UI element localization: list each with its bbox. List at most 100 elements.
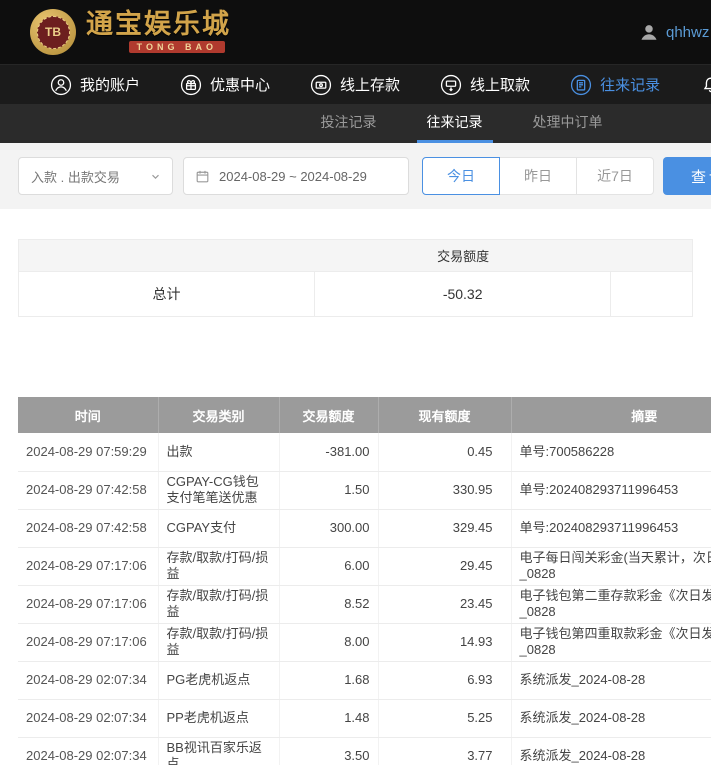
cell-amount: 6.00	[279, 547, 378, 585]
nav-label: 线上存款	[340, 74, 400, 95]
cell-amount: -381.00	[279, 433, 378, 471]
cell-amount: 300.00	[279, 509, 378, 547]
cell-balance: 14.93	[378, 623, 511, 661]
cell-balance: 330.95	[378, 471, 511, 509]
cell-time: 2024-08-29 07:42:58	[18, 471, 158, 509]
nav-label: 我的账户	[80, 74, 140, 95]
username: qhhwz	[666, 24, 709, 41]
summary-header-empty	[19, 240, 315, 271]
cell-time: 2024-08-29 02:07:34	[18, 661, 158, 699]
cell-type: CGPAY-CG钱包支付笔笔送优惠	[158, 471, 279, 509]
cell-time: 2024-08-29 02:07:34	[18, 737, 158, 765]
cell-amount: 1.68	[279, 661, 378, 699]
table-row: 2024-08-29 07:59:29出款-381.000.45单号:70058…	[18, 433, 711, 471]
quick-range-button[interactable]: 今日	[422, 157, 500, 195]
quick-range-button[interactable]: 近7日	[576, 157, 654, 195]
nav-item[interactable]: 线上存款	[290, 65, 420, 104]
logo-text: 通宝娱乐城 TONG BAO	[86, 11, 231, 53]
cell-amount: 1.50	[279, 471, 378, 509]
deposit-icon	[310, 74, 332, 96]
cell-time: 2024-08-29 07:59:29	[18, 433, 158, 471]
cell-time: 2024-08-29 07:17:06	[18, 623, 158, 661]
column-header: 摘要	[511, 397, 711, 433]
topbar: TB 通宝娱乐城 TONG BAO qhhwz	[0, 0, 711, 64]
summary-header-empty	[611, 240, 692, 271]
user-icon	[638, 21, 660, 43]
calendar-icon	[194, 168, 211, 185]
cell-amount: 3.50	[279, 737, 378, 765]
cell-balance: 5.25	[378, 699, 511, 737]
cell-time: 2024-08-29 07:42:58	[18, 509, 158, 547]
cell-time: 2024-08-29 02:07:34	[18, 699, 158, 737]
cell-amount: 1.48	[279, 699, 378, 737]
nav-item[interactable]: 公告	[680, 65, 711, 104]
date-range-picker[interactable]: 2024-08-29 ~ 2024-08-29	[183, 157, 409, 195]
nav-item[interactable]: 优惠中心	[160, 65, 290, 104]
records-icon	[570, 74, 592, 96]
subtab[interactable]: 处理中订单	[523, 104, 613, 143]
table-row: 2024-08-29 07:17:06存款/取款/打码/损益8.5223.45电…	[18, 585, 711, 623]
cell-summary: 电子每日闯关彩金(当天累计，次日派发) _0828	[511, 547, 711, 585]
column-header: 交易类别	[158, 397, 279, 433]
search-button[interactable]: 查询	[663, 157, 711, 195]
subtab[interactable]: 投注记录	[311, 104, 387, 143]
nav-label: 优惠中心	[210, 74, 270, 95]
site-logo[interactable]: TB 通宝娱乐城 TONG BAO	[30, 9, 231, 55]
subtab-bar: 投注记录往来记录处理中订单	[0, 104, 711, 143]
cell-summary: 系统派发_2024-08-28	[511, 661, 711, 699]
records-table-head: 时间交易类别交易额度现有额度摘要	[18, 397, 711, 433]
cell-type: 出款	[158, 433, 279, 471]
bell-icon	[700, 74, 711, 96]
records-table: 时间交易类别交易额度现有额度摘要 2024-08-29 07:59:29出款-3…	[18, 397, 711, 765]
nav-item[interactable]: 我的账户	[30, 65, 160, 104]
cell-balance: 29.45	[378, 547, 511, 585]
subtab[interactable]: 往来记录	[417, 104, 493, 143]
nav-item[interactable]: 线上取款	[420, 65, 550, 104]
table-row: 2024-08-29 07:42:58CGPAY-CG钱包支付笔笔送优惠1.50…	[18, 471, 711, 509]
cell-type: PG老虎机返点	[158, 661, 279, 699]
table-row: 2024-08-29 07:42:58CGPAY支付300.00329.45单号…	[18, 509, 711, 547]
cell-summary: 单号:700586228	[511, 433, 711, 471]
summary-total-label: 总计	[19, 272, 315, 316]
cell-amount: 8.52	[279, 585, 378, 623]
nav-label: 线上取款	[470, 74, 530, 95]
records-table-body: 2024-08-29 07:59:29出款-381.000.45单号:70058…	[18, 433, 711, 765]
cell-balance: 23.45	[378, 585, 511, 623]
cell-time: 2024-08-29 07:17:06	[18, 585, 158, 623]
summary-header-row: 交易额度	[19, 240, 692, 272]
cell-type: 存款/取款/打码/损益	[158, 623, 279, 661]
date-range-value: 2024-08-29 ~ 2024-08-29	[219, 169, 367, 184]
logo-coin-text: TB	[37, 16, 70, 49]
cell-balance: 6.93	[378, 661, 511, 699]
summary-header-label: 交易额度	[315, 240, 611, 271]
column-header: 交易额度	[279, 397, 378, 433]
summary-table: 交易额度 总计 -50.32	[18, 239, 693, 317]
summary-total-empty	[611, 272, 692, 316]
transaction-type-value: 入款 . 出款交易	[31, 167, 120, 186]
cell-summary: 系统派发_2024-08-28	[511, 737, 711, 765]
quick-range-group: 今日昨日近7日	[422, 157, 654, 195]
cell-amount: 8.00	[279, 623, 378, 661]
filter-bar: 入款 . 出款交易 2024-08-29 ~ 2024-08-29 今日昨日近7…	[0, 143, 711, 209]
user-account[interactable]: qhhwz	[638, 21, 709, 43]
cell-summary: 电子钱包第四重取款彩金《次日发放》 _0828	[511, 623, 711, 661]
cell-time: 2024-08-29 07:17:06	[18, 547, 158, 585]
quick-range-button[interactable]: 昨日	[499, 157, 577, 195]
cell-type: 存款/取款/打码/损益	[158, 547, 279, 585]
transaction-type-select[interactable]: 入款 . 出款交易	[18, 157, 173, 195]
summary-total-row: 总计 -50.32	[19, 272, 692, 316]
cell-type: BB视讯百家乐返点	[158, 737, 279, 765]
column-header: 时间	[18, 397, 158, 433]
withdraw-icon	[440, 74, 462, 96]
cell-type: 存款/取款/打码/损益	[158, 585, 279, 623]
nav-item[interactable]: 往来记录	[550, 65, 680, 104]
records-header-row: 时间交易类别交易额度现有额度摘要	[18, 397, 711, 433]
cell-summary: 单号:202408293711996453	[511, 509, 711, 547]
cell-summary: 电子钱包第二重存款彩金《次日发放》 _0828	[511, 585, 711, 623]
table-row: 2024-08-29 02:07:34PG老虎机返点1.686.93系统派发_2…	[18, 661, 711, 699]
logo-coin-icon: TB	[30, 9, 76, 55]
cell-type: PP老虎机返点	[158, 699, 279, 737]
column-header: 现有额度	[378, 397, 511, 433]
nav-label: 往来记录	[600, 74, 660, 95]
cell-balance: 3.77	[378, 737, 511, 765]
